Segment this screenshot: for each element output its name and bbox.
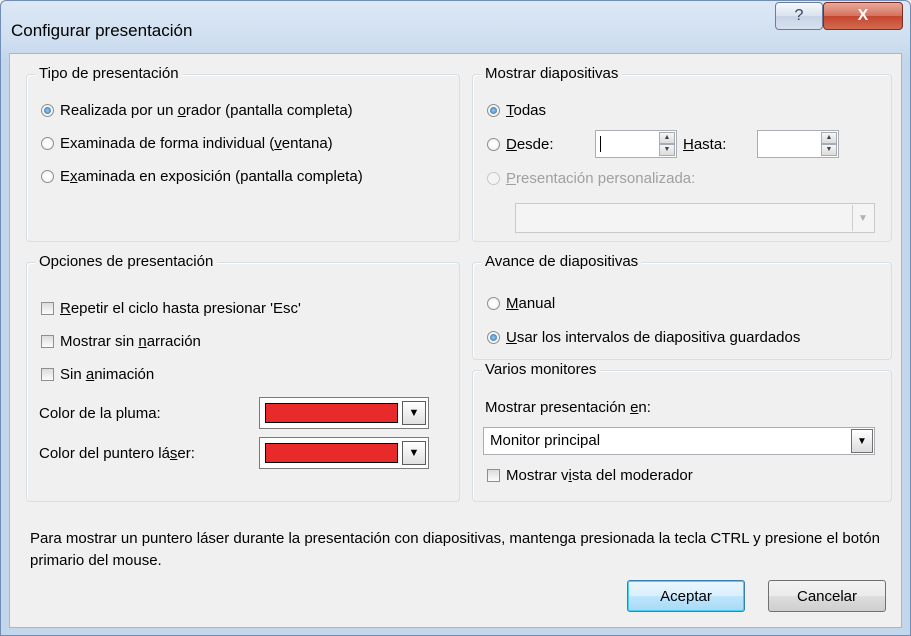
radio-realizada-orador[interactable]: Realizada por un orador (pantalla comple…: [41, 100, 353, 120]
ok-button[interactable]: Aceptar: [627, 580, 745, 612]
spin-buttons[interactable]: ▲ ▼: [821, 132, 837, 156]
laser-color-swatch: [265, 443, 398, 463]
radio-indicator[interactable]: [41, 136, 54, 150]
hasta-spinner[interactable]: ▲ ▼: [757, 130, 839, 158]
pen-color-picker[interactable]: ▼: [259, 397, 429, 429]
radio-label: Manual: [506, 294, 556, 312]
radio-indicator[interactable]: [41, 169, 54, 183]
checkbox-repetir-ciclo[interactable]: Repetir el ciclo hasta presionar 'Esc': [41, 298, 301, 318]
checkbox-label: Sin animación: [60, 365, 155, 383]
spin-buttons[interactable]: ▲ ▼: [659, 132, 675, 156]
chevron-down-icon[interactable]: ▼: [402, 441, 426, 465]
spin-up-icon[interactable]: ▲: [659, 132, 675, 144]
close-icon: X: [857, 7, 869, 24]
radio-indicator[interactable]: [487, 137, 500, 151]
checkbox-sin-narracion[interactable]: Mostrar sin narración: [41, 331, 201, 351]
close-button[interactable]: X: [823, 2, 903, 30]
group-mostrar-diapositivas: Mostrar diapositivas Todas Desde: ▲ ▼ Ha…: [472, 64, 892, 242]
checkbox-label: Repetir el ciclo hasta presionar 'Esc': [60, 299, 301, 317]
radio-label: Examinada de forma individual (ventana): [60, 134, 333, 152]
checkbox-vista-moderador[interactable]: Mostrar vista del moderador: [487, 465, 693, 485]
group-tipo-presentacion: Tipo de presentación Realizada por un or…: [26, 64, 460, 242]
radio-examinada-exposicion[interactable]: Examinada en exposición (pantalla comple…: [41, 166, 363, 186]
spin-down-icon[interactable]: ▼: [659, 144, 675, 156]
cancel-button[interactable]: Cancelar: [768, 580, 886, 612]
radio-usar-intervalos[interactable]: Usar los intervalos de diapositiva guard…: [487, 327, 800, 347]
chevron-down-icon[interactable]: ▼: [851, 429, 873, 453]
group-legend: Mostrar diapositivas: [481, 64, 623, 84]
checkbox-indicator[interactable]: [41, 301, 54, 315]
help-icon: ?: [794, 7, 804, 24]
monitor-select-value: Monitor principal: [490, 432, 601, 449]
radio-todas[interactable]: Todas: [487, 100, 546, 120]
radio-indicator[interactable]: [487, 296, 500, 310]
spin-up-icon[interactable]: ▲: [821, 132, 837, 144]
group-legend: Avance de diapositivas: [481, 252, 643, 272]
title-bar[interactable]: Configurar presentación ? X: [1, 1, 910, 53]
radio-desde[interactable]: Desde:: [487, 134, 554, 154]
group-legend: Tipo de presentación: [35, 64, 183, 84]
info-text: Para mostrar un puntero láser durante la…: [30, 530, 880, 569]
group-opciones-presentacion: Opciones de presentación Repetir el cicl…: [26, 252, 460, 502]
radio-indicator[interactable]: [487, 171, 500, 185]
personalizada-combo[interactable]: ▼: [515, 203, 875, 233]
checkbox-indicator[interactable]: [41, 367, 54, 381]
group-varios-monitores: Varios monitores Mostrar presentación en…: [472, 360, 892, 502]
checkbox-sin-animacion[interactable]: Sin animación: [41, 364, 154, 384]
checkbox-label: Mostrar sin narración: [60, 332, 201, 350]
monitor-label: Mostrar presentación en:: [485, 398, 651, 416]
radio-label: Desde:: [506, 135, 554, 153]
pen-color-swatch: [265, 403, 398, 423]
chevron-down-icon[interactable]: ▼: [852, 205, 873, 231]
spin-down-icon[interactable]: ▼: [821, 144, 837, 156]
chevron-down-icon[interactable]: ▼: [402, 401, 426, 425]
text-caret: [600, 136, 601, 152]
radio-indicator[interactable]: [487, 103, 500, 117]
radio-label: Presentación personalizada:: [506, 169, 696, 187]
laser-color-picker[interactable]: ▼: [259, 437, 429, 469]
pen-color-label: Color de la pluma:: [39, 404, 161, 422]
help-button[interactable]: ?: [775, 2, 823, 30]
radio-indicator[interactable]: [41, 103, 54, 117]
hasta-label: Hasta:: [683, 135, 727, 153]
desde-spinner[interactable]: ▲ ▼: [595, 130, 677, 158]
radio-examinada-individual[interactable]: Examinada de forma individual (ventana): [41, 133, 333, 153]
radio-label: Examinada en exposición (pantalla comple…: [60, 167, 363, 185]
radio-manual[interactable]: Manual: [487, 293, 555, 313]
laser-color-label: Color del puntero láser:: [39, 444, 195, 462]
checkbox-label: Mostrar vista del moderador: [506, 466, 693, 484]
group-avance-diapositivas: Avance de diapositivas Manual Usar los i…: [472, 252, 892, 360]
dialog-body: Tipo de presentación Realizada por un or…: [9, 53, 902, 628]
radio-presentacion-personalizada[interactable]: Presentación personalizada:: [487, 168, 695, 188]
group-legend: Varios monitores: [481, 360, 601, 380]
monitor-select[interactable]: Monitor principal ▼: [483, 427, 875, 455]
radio-indicator[interactable]: [487, 330, 500, 344]
dialog-window: Configurar presentación ? X Tipo de pres…: [0, 0, 911, 636]
checkbox-indicator[interactable]: [487, 468, 500, 482]
radio-label: Usar los intervalos de diapositiva guard…: [506, 328, 801, 346]
checkbox-indicator[interactable]: [41, 334, 54, 348]
group-legend: Opciones de presentación: [35, 252, 218, 272]
window-title: Configurar presentación: [11, 21, 193, 40]
radio-label: Realizada por un orador (pantalla comple…: [60, 101, 353, 119]
radio-label: Todas: [506, 101, 547, 119]
